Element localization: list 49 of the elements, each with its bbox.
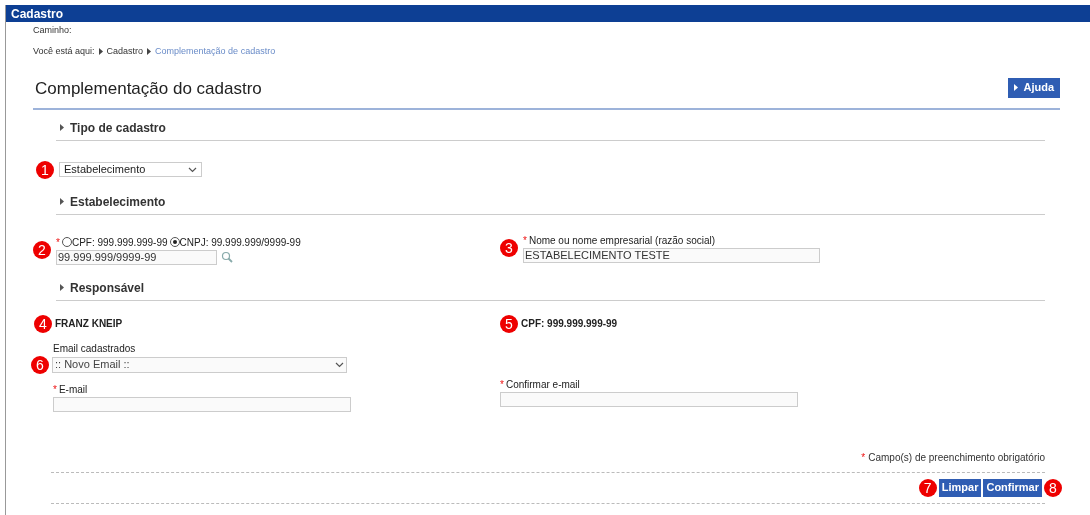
type-select[interactable]: Estabelecimento (59, 162, 202, 177)
chevron-down-icon (335, 361, 344, 368)
required-marker: * (500, 377, 504, 392)
triangle-icon (60, 198, 64, 205)
callout-badge: 2 (33, 240, 51, 259)
page-title: Complementação do cadastro (35, 78, 262, 100)
document-field[interactable]: 99.999.999/9999-99 (56, 249, 217, 265)
required-marker: * (56, 235, 60, 250)
callout-badge: 5 (500, 314, 518, 333)
field-label: Email cadastrados (53, 341, 136, 356)
field-label: Confirmar e-mail (505, 377, 580, 392)
section-header[interactable]: Estabelecimento (56, 192, 1045, 215)
email-field[interactable] (53, 396, 351, 412)
search-icon[interactable] (221, 251, 233, 263)
triangle-icon (60, 284, 64, 291)
field-label: E-mail (58, 382, 88, 397)
callout-badge: 7 (918, 478, 937, 497)
header-bar: Cadastro (6, 5, 1090, 22)
triangle-icon (1014, 84, 1019, 91)
person-name: FRANZ KNEIP (55, 317, 123, 331)
callout-badge: 8 (1044, 478, 1062, 497)
form-button[interactable]: Limpar (938, 478, 982, 497)
help-button[interactable]: Ajuda (1008, 77, 1060, 98)
callout-badge: 3 (500, 238, 518, 257)
required-marker: * (523, 233, 527, 248)
triangle-icon (98, 47, 103, 55)
name-field[interactable]: ESTABELECIMENTO TESTE (523, 247, 820, 263)
chevron-down-icon (188, 166, 197, 173)
form-button[interactable]: Confirmar (983, 478, 1042, 497)
required-note: Campo(s) de preenchimento obrigatório (868, 450, 1045, 465)
triangle-icon (147, 47, 152, 55)
callout-badge: 1 (36, 160, 54, 179)
email-select[interactable]: :: Novo Email :: (52, 356, 347, 373)
breadcrumb-link[interactable]: Complementação de cadastro (155, 44, 276, 58)
callout-badge: 6 (31, 355, 49, 374)
radio-option[interactable]: CNPJ: 99.999.999/9999-99 (169, 234, 303, 250)
breadcrumb-prefix: Você está aqui: (33, 44, 95, 58)
path-label: Caminho: (33, 24, 72, 37)
breadcrumb-link[interactable]: Cadastro (106, 44, 144, 58)
triangle-icon (60, 124, 64, 131)
section-header[interactable]: Tipo de cadastro (56, 118, 1045, 141)
required-marker: * (53, 382, 57, 397)
section-header[interactable]: Responsável (56, 278, 1045, 301)
field-label: Nome ou nome empresarial (razão social) (528, 233, 716, 248)
radio-option[interactable]: CPF: 999.999.999-99 (61, 234, 170, 250)
confirm-email-field[interactable] (500, 391, 798, 407)
required-marker: * (861, 450, 866, 465)
callout-badge: 4 (34, 314, 52, 333)
person-cpf: CPF: 999.999.999-99 (521, 317, 618, 331)
